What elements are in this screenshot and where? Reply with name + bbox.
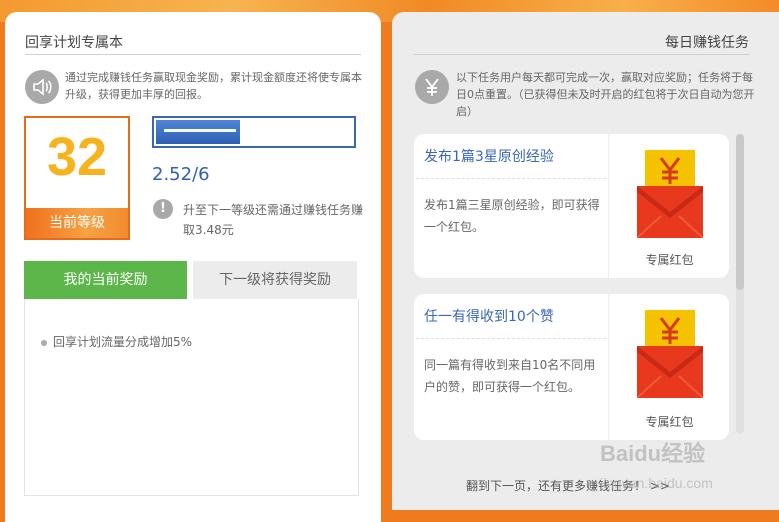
task-reward: 专属红包 (608, 294, 730, 440)
list-item: 回享计划流量分成增加5% (41, 333, 192, 350)
level-label: 当前等级 (26, 208, 128, 238)
title-divider (414, 54, 750, 55)
exclamation-icon: ! (153, 199, 173, 219)
rewards-list: 回享计划流量分成增加5% (24, 299, 359, 496)
scrollbar-thumb[interactable] (736, 134, 744, 290)
task-divider (416, 178, 606, 179)
speaker-icon (25, 70, 59, 104)
task-divider (416, 338, 606, 339)
upgrade-note: 升至下一等级还需通过赚钱任务赚取3.48元 (183, 203, 364, 237)
progress-fill (156, 120, 240, 144)
task-description: 发布1篇三星原创经验，即可获得一个红包。 (424, 198, 600, 234)
daily-tasks-panel: 每日赚钱任务 以下任务用户每天都可完成一次，赢取对应奖励；任务将于每日0点重置。… (392, 12, 779, 510)
task-list-scrollbar[interactable] (736, 134, 744, 434)
watermark-url: jingyan.baidu.com (600, 475, 713, 491)
level-progress-bar (152, 116, 356, 148)
tab-next-level-rewards[interactable]: 下一级将获得奖励 (193, 261, 357, 299)
level-number: 32 (46, 127, 108, 187)
task-title[interactable]: 任一有得收到10个赞 (424, 306, 554, 326)
exclusive-book-panel: 回享计划专属本 通过完成赚钱任务赢取现金奖励，累计现金额度还将使专属本升级，获得… (5, 12, 381, 522)
task-title[interactable]: 发布1篇3星原创经验 (424, 146, 554, 166)
panel-title: 每日赚钱任务 (665, 35, 749, 51)
watermark-text: Baidu经验 (600, 441, 706, 466)
title-divider (25, 54, 361, 55)
baidu-jingyan-watermark: Baidu经验 jingyan.baidu.com (600, 436, 713, 494)
panel-title: 回享计划专属本 (25, 35, 123, 51)
task-description: 同一篇有得收到来自10名不同用户的赞，即可获得一个红包。 (424, 358, 596, 394)
daily-tasks-description: 以下任务用户每天都可完成一次，赢取对应奖励；任务将于每日0点重置。（已获得但未及… (456, 71, 755, 118)
exclusive-book-description: 通过完成赚钱任务赢取现金奖励，累计现金额度还将使专属本升级，获得更加丰厚的回报。 (65, 71, 362, 101)
progress-value: 2.52/6 (152, 164, 210, 185)
tab-current-rewards[interactable]: 我的当前奖励 (24, 261, 187, 306)
task-reward: 专属红包 (608, 134, 730, 278)
task-card[interactable]: 发布1篇3星原创经验 发布1篇三星原创经验，即可获得一个红包。 专属红包 (414, 134, 729, 278)
current-level-badge: 32 当前等级 (24, 116, 130, 240)
red-envelope-icon (637, 150, 703, 238)
yuan-icon (415, 70, 449, 104)
task-card[interactable]: 任一有得收到10个赞 同一篇有得收到来自10名不同用户的赞，即可获得一个红包。 … (414, 294, 729, 440)
reward-label: 专属红包 (645, 415, 694, 429)
reward-label: 专属红包 (645, 253, 694, 267)
red-envelope-icon (637, 310, 703, 398)
